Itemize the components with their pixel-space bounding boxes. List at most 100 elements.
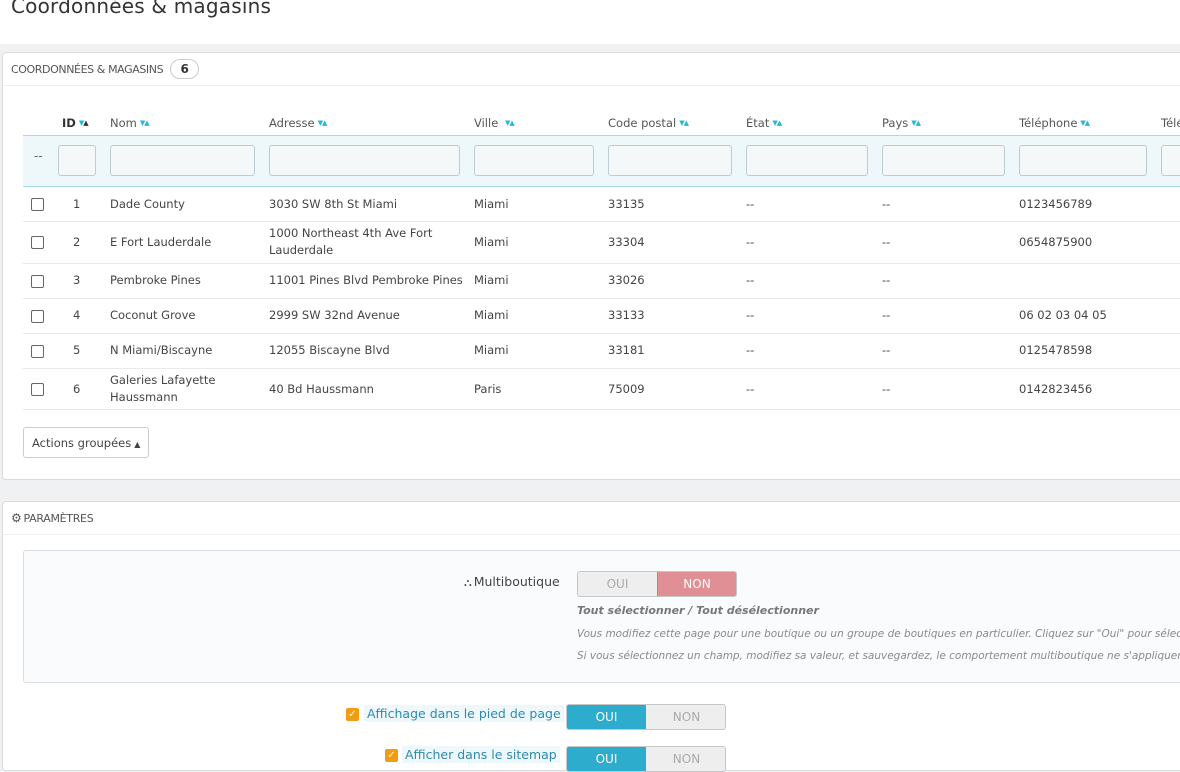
select-all-link[interactable]: Tout sélectionner / Tout désélectionner [577,604,819,617]
cell-country: -- [882,235,891,249]
cell-id: 3 [73,273,81,287]
page-title: Coordonnées & magasins [11,0,272,18]
table-header: ID ▼▲ Nom ▼▲ Adresse ▼▲ Ville ▼▲ Code posta… [23,105,1180,135]
sort-arrows-icon[interactable]: ▼▲ [505,119,515,127]
sitemap-icon: ⛬ [464,576,472,589]
row-checkbox[interactable] [31,198,44,211]
stores-panel: Coordonnées & magasins 6 ID ▼▲ Nom ▼▲ Adre… [2,52,1180,480]
cell-phone: 0142823456 [1019,382,1093,396]
multishop-help-1: Vous modifiez cette page pour une boutiq… [577,628,1180,640]
multishop-yes-option[interactable]: OUI [578,572,657,596]
sort-arrows-icon[interactable]: ▼▲ [679,119,689,127]
cell-city: Miami [474,235,509,249]
sort-arrows-icon[interactable]: ▼▲ [140,119,150,127]
filter-name-input[interactable] [110,145,255,176]
cell-city: Miami [474,273,509,287]
cell-city: Miami [474,343,509,357]
row-checkbox[interactable] [31,345,44,358]
row-checkbox[interactable] [31,310,44,323]
filter-address-input[interactable] [269,145,460,176]
cell-name: Galeries Lafayette Haussmann [110,373,216,404]
filter-id-input[interactable] [58,145,96,176]
bulk-actions-button[interactable]: Actions groupées ▲ [23,427,149,458]
column-header-city[interactable]: Ville ▼▲ [474,116,515,130]
footer-display-label: Affichage dans le pied de page [364,705,564,722]
cell-address: 12055 Biscayne Blvd [269,343,390,357]
table-row[interactable]: 2 E Fort Lauderdale 1000 Northeast 4th A… [23,222,1180,264]
cell-address: 40 Bd Haussmann [269,382,374,396]
filter-state-input[interactable] [746,145,868,176]
column-header-state[interactable]: État ▼▲ [746,116,782,130]
cell-phone: 06 02 03 04 05 [1019,308,1107,322]
cell-id: 1 [73,197,81,211]
table-row[interactable]: 1 Dade County 3030 SW 8th St Miami Miami… [23,187,1180,222]
cell-name: Pembroke Pines [110,273,201,287]
sitemap-checkbox[interactable]: ✓ [385,749,398,762]
column-header-address[interactable]: Adresse ▼▲ [269,116,328,130]
cell-zip: 75009 [608,382,645,396]
row-checkbox[interactable] [31,236,44,249]
cell-name: E Fort Lauderdale [110,235,212,249]
table-row[interactable]: 4 Coconut Grove 2999 SW 32nd Avenue Miam… [23,299,1180,334]
table-row[interactable]: 6 Galeries Lafayette Haussmann 40 Bd Hau… [23,369,1180,410]
cell-address: 2999 SW 32nd Avenue [269,308,400,322]
gears-icon: ⚙ [11,511,22,525]
cell-id: 6 [73,382,81,396]
cell-state: -- [746,343,755,357]
cell-zip: 33135 [608,197,645,211]
stores-panel-title: Coordonnées & magasins [11,63,164,76]
column-header-id[interactable]: ID ▼▲ [62,116,89,130]
row-checkbox[interactable] [31,275,44,288]
cell-state: -- [746,308,755,322]
filter-country-input[interactable] [882,145,1005,176]
cell-country: -- [882,382,891,396]
footer-display-no-option[interactable]: NON [647,705,725,729]
footer-display-checkbox[interactable]: ✓ [346,708,359,721]
cell-country: -- [882,343,891,357]
table-row[interactable]: 3 Pembroke Pines 11001 Pines Blvd Pembro… [23,264,1180,299]
params-panel-title: PARAMÈTRES [23,512,94,525]
column-header-fax[interactable]: Télé [1161,116,1180,130]
multishop-toggle[interactable]: OUI NON [577,571,737,597]
cell-phone: 0654875900 [1019,235,1093,249]
cell-country: -- [882,197,891,211]
sort-arrows-icon[interactable]: ▼▲ [772,119,782,127]
cell-country: -- [882,273,891,287]
column-header-country[interactable]: Pays ▼▲ [882,116,921,130]
column-header-zip[interactable]: Code postal ▼▲ [608,116,689,130]
bulk-actions-label: Actions groupées [32,436,132,450]
sitemap-yes-option[interactable]: OUI [567,747,646,771]
footer-display-yes-option[interactable]: OUI [567,705,646,729]
cell-phone: 0123456789 [1019,197,1093,211]
row-checkbox[interactable] [31,383,44,396]
footer-display-toggle[interactable]: OUI NON [566,704,726,730]
cell-address: 3030 SW 8th St Miami [269,197,398,211]
table-row[interactable]: 5 N Miami/Biscayne 12055 Biscayne Blvd M… [23,334,1180,369]
filter-row: -- [23,135,1180,187]
params-panel: ⚙ PARAMÈTRES ⛬ Multiboutique OUI NON Tout … [2,501,1180,772]
column-header-name[interactable]: Nom ▼▲ [110,116,150,130]
column-header-phone[interactable]: Téléphone ▼▲ [1019,116,1090,130]
sitemap-label: Afficher dans le sitemap [402,746,560,763]
filter-city-input[interactable] [474,145,594,176]
sort-arrows-icon[interactable]: ▼▲ [911,119,921,127]
filter-dash: -- [34,149,43,163]
sort-arrows-icon[interactable]: ▼▲ [79,119,89,127]
filter-zip-input[interactable] [608,145,732,176]
filter-phone-input[interactable] [1019,145,1147,176]
filter-fax-input[interactable] [1161,145,1180,176]
multishop-no-option[interactable]: NON [657,572,736,596]
sort-arrows-icon[interactable]: ▼▲ [1080,119,1090,127]
cell-zip: 33026 [608,273,645,287]
cell-address: 11001 Pines Blvd Pembroke Pines [269,273,463,287]
stores-panel-heading: Coordonnées & magasins 6 [3,53,1180,86]
cell-id: 5 [73,343,81,357]
sitemap-no-option[interactable]: NON [647,747,725,771]
multishop-box: ⛬ Multiboutique OUI NON Tout sélectionner… [23,550,1180,683]
cell-name: Coconut Grove [110,308,196,322]
cell-name: Dade County [110,197,185,211]
sort-arrows-icon[interactable]: ▼▲ [318,119,328,127]
sitemap-toggle[interactable]: OUI NON [566,746,726,772]
cell-address: 1000 Northeast 4th Ave Fort Lauderdale [269,226,433,257]
cell-country: -- [882,308,891,322]
